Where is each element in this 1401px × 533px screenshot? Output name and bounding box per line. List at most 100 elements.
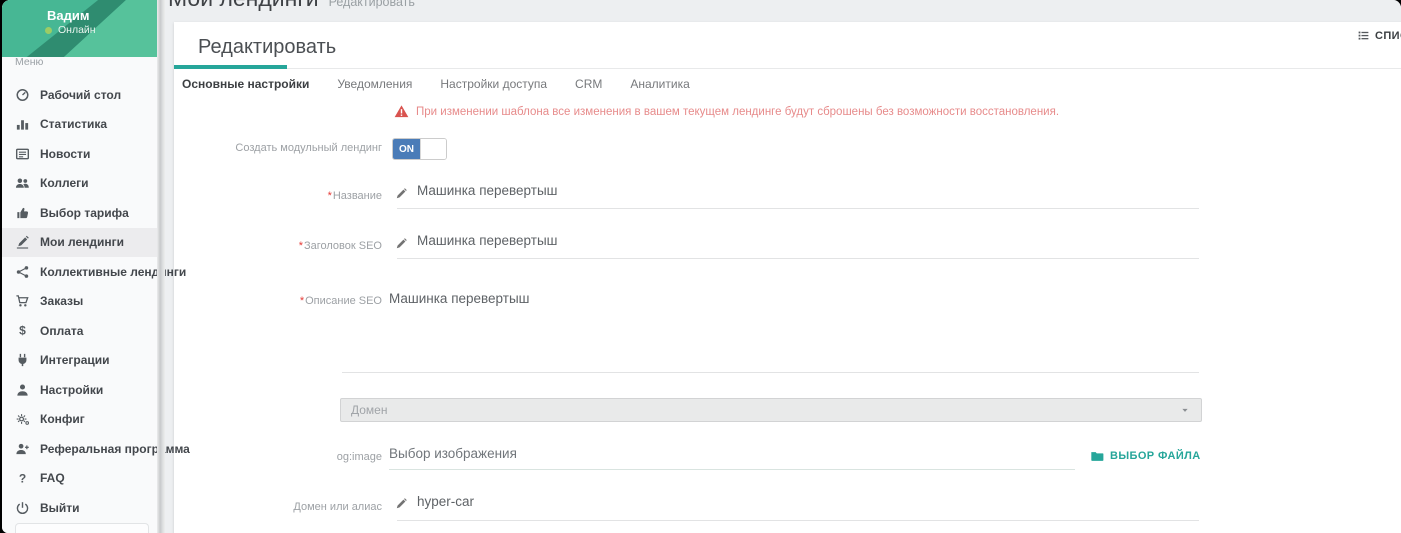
list-icon: [1357, 29, 1370, 42]
og-image-input[interactable]: Выбор изображения: [389, 446, 517, 461]
sidebar-item-label: Заказы: [40, 294, 83, 308]
sidebar-scrollbar[interactable]: [157, 0, 165, 533]
domain-select-value: Домен: [351, 403, 1179, 417]
sidebar-item-label: Статистика: [40, 117, 107, 131]
active-tab-indicator: [174, 65, 287, 69]
sidebar-item[interactable]: Реферальная программа: [2, 434, 157, 464]
seo-title-underline: [397, 258, 1199, 259]
module-toggle[interactable]: ON: [392, 138, 447, 160]
gauge-icon: [15, 87, 30, 102]
sidebar-item-label: Новости: [40, 147, 90, 161]
dollar-icon: $: [15, 323, 30, 338]
news-icon: [15, 146, 30, 161]
sidebar-item[interactable]: Коллективные лендинги: [2, 257, 157, 287]
warning-icon: [394, 104, 409, 119]
sidebar-item[interactable]: Интеграции: [2, 346, 157, 376]
users-icon: [15, 176, 30, 191]
sidebar-item[interactable]: $ Оплата: [2, 316, 157, 346]
menu-section-label: Меню: [15, 56, 43, 68]
user-icon: [15, 382, 30, 397]
sidebar-item-label: Оплата: [40, 324, 83, 338]
toggle-on-label: ON: [393, 139, 420, 159]
thumbs-up-icon: [15, 205, 30, 220]
page-title: Мои лендинги: [168, 0, 319, 12]
title-field-label: Название: [174, 190, 382, 202]
edit-card: Редактировать СПИСОК Основные настройкиУ…: [174, 22, 1401, 533]
cogs-icon: [15, 412, 30, 427]
caret-down-icon: [1179, 404, 1191, 416]
sidebar: Вадим Онлайн Меню Рабочий стол Статистика…: [2, 0, 157, 533]
sidebar-item-label: Настройки: [40, 383, 103, 397]
list-view-button[interactable]: СПИСОК: [1357, 29, 1401, 42]
choose-file-label: ВЫБОР ФАЙЛА: [1110, 450, 1201, 462]
cart-icon: [15, 294, 30, 309]
folder-icon: [1090, 449, 1104, 463]
seo-description-input[interactable]: Машинка перевертыш: [389, 291, 529, 306]
sidebar-item[interactable]: ? FAQ: [2, 464, 157, 494]
sidebar-item-label: FAQ: [40, 471, 65, 485]
og-image-label: og:image: [174, 451, 382, 463]
domain-select[interactable]: Домен: [340, 398, 1202, 422]
tab[interactable]: Настройки доступа: [426, 71, 561, 97]
alias-field-input[interactable]: hyper-car: [417, 494, 474, 509]
seo-description-label: Описание SEO: [174, 295, 382, 307]
alias-field-underline: [397, 520, 1199, 521]
sidebar-item-label: Коллеги: [40, 176, 89, 190]
sidebar-item-label: Выйти: [40, 501, 80, 515]
sidebar-item[interactable]: Статистика: [2, 110, 157, 140]
tab[interactable]: CRM: [561, 71, 616, 97]
user-status: Онлайн: [45, 24, 96, 36]
sidebar-item-label: Рабочий стол: [40, 88, 121, 102]
alias-field-label: Домен или алиас: [174, 501, 382, 513]
sidebar-item[interactable]: Выбор тарифа: [2, 198, 157, 228]
seo-title-input[interactable]: Машинка перевертыш: [417, 233, 557, 248]
user-plus-icon: [15, 441, 30, 456]
sidebar-bottom-card: [15, 523, 149, 533]
sidebar-item[interactable]: Настройки: [2, 375, 157, 405]
online-dot-icon: [45, 27, 52, 34]
pencil-icon: [395, 187, 408, 200]
user-status-label: Онлайн: [58, 24, 96, 36]
seo-title-label: Заголовок SEO: [174, 240, 382, 252]
choose-file-button[interactable]: ВЫБОР ФАЙЛА: [1090, 449, 1201, 463]
tab[interactable]: Аналитика: [616, 71, 703, 97]
page-header: Мои лендинги Редактировать: [168, 0, 415, 12]
sidebar-item-label: Мои лендинги: [40, 235, 124, 249]
page-subtitle: Редактировать: [329, 0, 415, 9]
app-window: Мои лендинги Редактировать Редактировать…: [2, 0, 1401, 533]
sidebar-item-label: Реферальная программа: [40, 442, 190, 456]
sidebar-item[interactable]: Новости: [2, 139, 157, 169]
sidebar-item[interactable]: Конфиг: [2, 405, 157, 435]
pencil-icon: [395, 497, 408, 510]
module-toggle-label: Создать модульный лендинг: [174, 142, 382, 154]
sidebar-item[interactable]: Мои лендинги: [2, 228, 157, 258]
power-icon: [15, 500, 30, 515]
sidebar-item[interactable]: Заказы: [2, 287, 157, 317]
title-field-underline: [397, 208, 1199, 209]
main-area: Мои лендинги Редактировать Редактировать…: [165, 0, 1401, 533]
warning-text: При изменении шаблона все изменения в ва…: [416, 104, 1059, 118]
sidebar-item[interactable]: Коллеги: [2, 169, 157, 199]
sidebar-item[interactable]: Рабочий стол: [2, 80, 157, 110]
chart-icon: [15, 117, 30, 132]
share-icon: [15, 264, 30, 279]
toggle-handle: [420, 139, 446, 159]
seo-description-underline: [342, 372, 1199, 373]
template-warning: При изменении шаблона все изменения в ва…: [394, 104, 1059, 119]
sidebar-item[interactable]: Выйти: [2, 493, 157, 523]
sidebar-user-panel: Вадим Онлайн: [2, 0, 157, 57]
tab[interactable]: Уведомления: [323, 71, 426, 97]
title-field-input[interactable]: Машинка перевертыш: [417, 183, 557, 198]
pencil-icon: [395, 237, 408, 250]
sidebar-item-label: Выбор тарифа: [40, 206, 129, 220]
sidebar-item-label: Интеграции: [40, 353, 110, 367]
user-name: Вадим: [47, 8, 89, 23]
list-button-label: СПИСОК: [1375, 30, 1401, 42]
tab-bar-divider: [174, 68, 1401, 69]
sidebar-menu: Рабочий стол Статистика Новости Коллеги Выбо…: [2, 80, 157, 523]
tab[interactable]: Основные настройки: [174, 71, 323, 97]
og-image-underline: [389, 469, 1075, 470]
plug-icon: [15, 353, 30, 368]
card-title: Редактировать: [198, 36, 336, 59]
question-icon: ?: [15, 471, 30, 486]
